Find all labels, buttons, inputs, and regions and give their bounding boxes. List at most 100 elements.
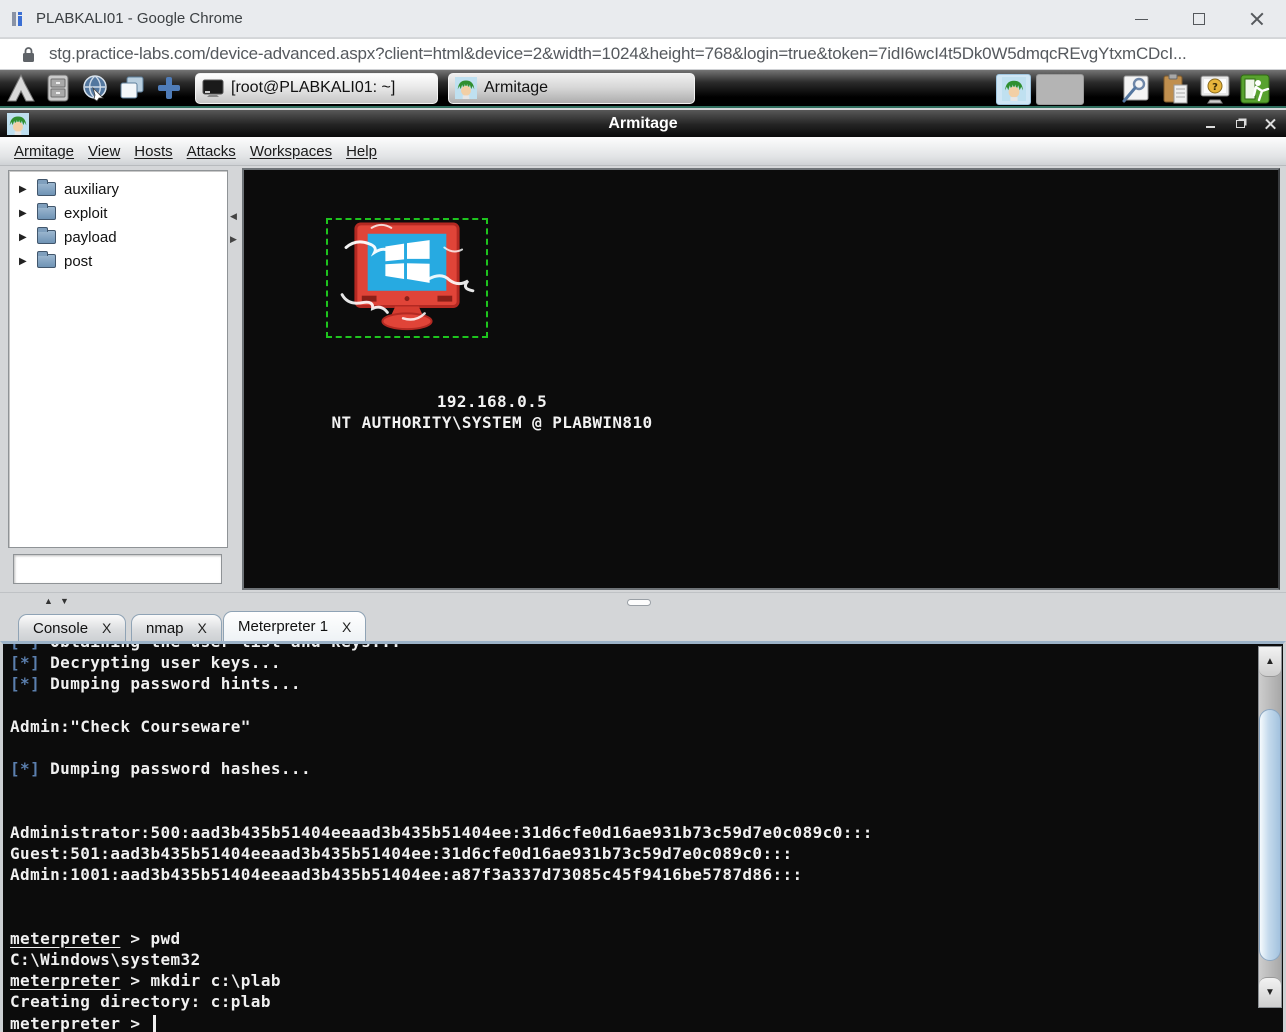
tree-item-auxiliary[interactable]: ▶ auxiliary xyxy=(9,177,227,201)
screwdriver-icon[interactable] xyxy=(1117,74,1152,105)
taskbar-empty-slot[interactable] xyxy=(1036,74,1084,105)
armitage-avatar-icon xyxy=(1002,77,1026,101)
menu-workspaces[interactable]: Workspaces xyxy=(250,143,332,160)
maximize-icon xyxy=(1193,13,1205,25)
collapse-up-icon[interactable]: ▲ xyxy=(44,596,53,606)
maximize-button[interactable] xyxy=(1170,0,1228,38)
collapse-left-icon[interactable]: ◀ xyxy=(230,211,237,222)
console-line: C:\Windows\system32 xyxy=(10,949,1253,970)
tab-label: Meterpreter 1 xyxy=(238,618,328,635)
url-text[interactable]: stg.practice-labs.com/device-advanced.as… xyxy=(49,44,1187,64)
folder-icon xyxy=(37,206,56,220)
console-line: meterpreter > xyxy=(10,1013,1253,1032)
vertical-splitter[interactable]: ◀ ▶ xyxy=(228,166,242,592)
console-line: meterpreter > pwd xyxy=(10,928,1253,949)
expand-arrow-icon[interactable]: ▶ xyxy=(19,232,29,243)
armitage-restore-button[interactable] xyxy=(1232,116,1248,132)
tree-item-payload[interactable]: ▶ payload xyxy=(9,225,227,249)
armitage-menubar: Armitage View Hosts Attacks Workspaces H… xyxy=(0,137,1286,166)
clipboard-icon[interactable] xyxy=(1157,74,1192,105)
site-favicon xyxy=(10,10,26,28)
armitage-main: ▶ auxiliary ▶ exploit ▶ payload ▶ post xyxy=(0,166,1286,592)
tree-item-exploit[interactable]: ▶ exploit xyxy=(9,201,227,225)
close-icon xyxy=(1265,118,1276,129)
close-button[interactable] xyxy=(1228,0,1286,38)
console-line xyxy=(10,737,1253,758)
menu-view[interactable]: View xyxy=(88,143,120,160)
console-tabbar: Console X nmap X Meterpreter 1 X xyxy=(0,610,1286,641)
host-node-192-168-0-5[interactable]: 192.168.0.5 NT AUTHORITY\SYSTEM @ PLABWI… xyxy=(326,218,488,338)
collapse-down-icon[interactable]: ▼ xyxy=(60,596,69,606)
armitage-avatar-icon xyxy=(455,77,477,99)
module-tree: ▶ auxiliary ▶ exploit ▶ payload ▶ post xyxy=(8,170,228,548)
minimize-button[interactable] xyxy=(1112,0,1170,38)
tab-console[interactable]: Console X xyxy=(18,614,126,641)
armitage-window-title: Armitage xyxy=(0,115,1286,133)
folder-icon xyxy=(37,230,56,244)
expand-arrow-icon[interactable]: ▶ xyxy=(19,256,29,267)
armitage-minimize-button[interactable] xyxy=(1202,116,1218,132)
expand-arrow-icon[interactable]: ▶ xyxy=(19,184,29,195)
menu-help[interactable]: Help xyxy=(346,143,377,160)
console-output[interactable]: [*] Obtaining the user list and keys...[… xyxy=(10,644,1253,1032)
menu-hosts[interactable]: Hosts xyxy=(134,143,172,160)
task-label: Armitage xyxy=(484,79,548,97)
minimize-icon xyxy=(1135,19,1148,20)
remote-desktop-screen: PLABKALI01 - Google Chrome stg.practice-… xyxy=(0,0,1286,1032)
console-line: [*] Dumping password hints... xyxy=(10,673,1253,694)
folder-icon xyxy=(37,254,56,268)
lock-icon xyxy=(22,46,35,63)
file-cabinet-icon[interactable] xyxy=(42,72,74,104)
taskbar-task-armitage[interactable]: Armitage xyxy=(448,73,695,104)
tab-label: nmap xyxy=(146,620,184,637)
console-line: Admin:1001:aad3b435b51404eeaad3b435b5140… xyxy=(10,864,1253,885)
console-line: meterpreter > mkdir c:\plab xyxy=(10,970,1253,991)
monitor-help-icon[interactable]: ? xyxy=(1197,74,1232,105)
menu-armitage[interactable]: Armitage xyxy=(14,143,74,160)
chrome-titlebar: PLABKALI01 - Google Chrome xyxy=(0,0,1286,38)
horizontal-splitter[interactable]: ▲ ▼ xyxy=(0,592,1286,610)
terminal-icon xyxy=(202,79,224,97)
tab-meterpreter-1[interactable]: Meterpreter 1 X xyxy=(223,611,366,641)
logout-icon[interactable] xyxy=(1237,74,1272,105)
console-line xyxy=(10,779,1253,800)
armitage-avatar-icon xyxy=(7,113,29,135)
menu-attacks[interactable]: Attacks xyxy=(187,143,236,160)
console-line: Guest:501:aad3b435b51404eeaad3b435b51404… xyxy=(10,843,1253,864)
close-icon xyxy=(1250,12,1264,26)
console-line: [*] Decrypting user keys... xyxy=(10,652,1253,673)
window-title: PLABKALI01 - Google Chrome xyxy=(36,10,243,27)
console-line xyxy=(10,885,1253,906)
scroll-down-icon[interactable]: ▼ xyxy=(1259,977,1281,1007)
tab-nmap[interactable]: nmap X xyxy=(131,614,222,641)
scroll-up-icon[interactable]: ▲ xyxy=(1259,647,1281,677)
restore-icon xyxy=(1236,120,1245,128)
taskbar-task-terminal[interactable]: [root@PLABKALI01: ~] xyxy=(195,73,438,104)
console-line xyxy=(10,907,1253,928)
text-cursor xyxy=(153,1015,156,1032)
tab-close-icon[interactable]: X xyxy=(342,619,351,635)
splitter-handle[interactable] xyxy=(627,599,651,606)
expand-right-icon[interactable]: ▶ xyxy=(230,234,237,245)
scrollbar-thumb[interactable] xyxy=(1259,709,1281,961)
console-scrollbar[interactable]: ▲ ▼ xyxy=(1258,646,1282,1008)
module-search-input[interactable] xyxy=(13,554,222,584)
armitage-close-button[interactable] xyxy=(1262,116,1278,132)
web-browser-icon[interactable] xyxy=(79,72,111,104)
host-session-label: NT AUTHORITY\SYSTEM @ PLABWIN810 xyxy=(200,413,784,432)
fluxbox-logo-icon[interactable] xyxy=(5,72,37,104)
target-graph[interactable]: 192.168.0.5 NT AUTHORITY\SYSTEM @ PLABWI… xyxy=(242,168,1280,590)
new-plus-icon[interactable] xyxy=(153,72,185,104)
console-line: Creating directory: c:plab xyxy=(10,991,1253,1012)
tree-item-post[interactable]: ▶ post xyxy=(9,249,227,273)
minimize-icon xyxy=(1206,126,1215,128)
tab-close-icon[interactable]: X xyxy=(198,620,207,636)
meterpreter-console[interactable]: [*] Obtaining the user list and keys...[… xyxy=(0,641,1286,1032)
expand-arrow-icon[interactable]: ▶ xyxy=(19,208,29,219)
taskbar-armitage-indicator[interactable] xyxy=(996,74,1031,105)
windows-copy-icon[interactable] xyxy=(116,72,148,104)
desktop-taskbar: [root@PLABKALI01: ~] Armitage xyxy=(0,70,1286,108)
tab-close-icon[interactable]: X xyxy=(102,620,111,636)
chrome-urlbar[interactable]: stg.practice-labs.com/device-advanced.as… xyxy=(0,39,1286,70)
armitage-titlebar[interactable]: Armitage xyxy=(0,110,1286,137)
